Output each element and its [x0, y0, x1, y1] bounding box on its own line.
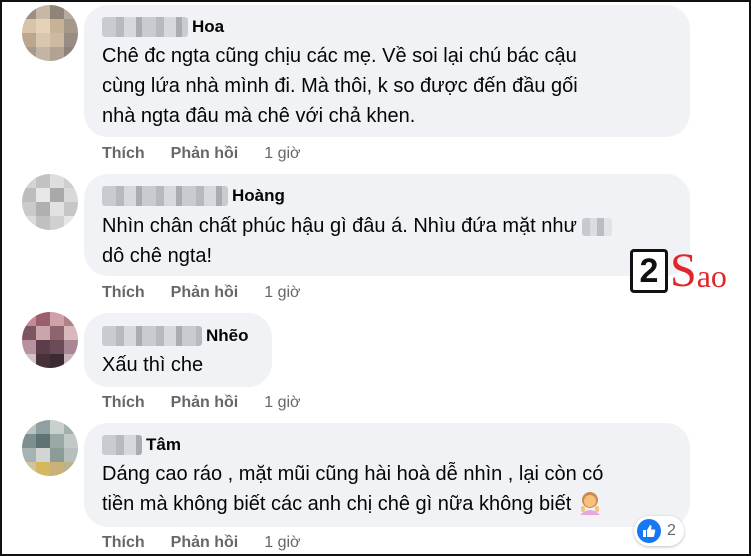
- author-name: Nhẽo: [206, 326, 249, 345]
- blurred-name: [102, 17, 188, 37]
- comment-text-line: Chê đc ngta cũng chịu các mẹ. Về soi lại…: [102, 45, 577, 67]
- comment-author[interactable]: Tâm: [102, 435, 181, 455]
- avatar[interactable]: [22, 420, 78, 476]
- logo-letter: S: [670, 244, 697, 297]
- comment-text-segment: tiền mà không biết các anh chị chê gì nữ…: [102, 493, 572, 515]
- timestamp[interactable]: 1 giờ: [264, 394, 300, 412]
- logo-digit-box: 2: [630, 249, 668, 293]
- comment-text-line: Dáng cao ráo , mặt mũi cũng hài hoà dễ n…: [102, 463, 604, 485]
- timestamp[interactable]: 1 giờ: [264, 284, 300, 302]
- timestamp[interactable]: 1 giờ: [264, 534, 300, 552]
- author-name: Hoàng: [232, 186, 285, 205]
- comment-text-line: tiền mà không biết các anh chị chê gì nữ…: [102, 489, 603, 519]
- comment-text-line: dô chê ngta!: [102, 245, 213, 267]
- avatar[interactable]: [22, 312, 78, 368]
- reaction-summary[interactable]: 2: [634, 516, 684, 546]
- comment-author[interactable]: Nhẽo: [102, 326, 249, 346]
- like-link[interactable]: Thích: [102, 145, 145, 163]
- comment-author[interactable]: Hoàng: [102, 186, 285, 206]
- comment-text-line: Nhìn chân chất phúc hậu gì đâu á. Nhìu đ…: [102, 211, 613, 241]
- woman-gesturing-icon: [577, 490, 603, 516]
- reply-link[interactable]: Phản hồi: [171, 394, 239, 412]
- comment-actions: Thích Phản hồi 1 giờ: [102, 145, 301, 163]
- like-link[interactable]: Thích: [102, 394, 145, 412]
- author-name: Tâm: [146, 435, 181, 454]
- screenshot-frame: Hoa Chê đc ngta cũng chịu các mẹ. Về soi…: [0, 0, 751, 556]
- blurred-name: [102, 435, 142, 455]
- comment-text-segment: Nhìn chân chất phúc hậu gì đâu á. Nhìu đ…: [102, 215, 577, 237]
- avatar[interactable]: [22, 5, 78, 61]
- reply-link[interactable]: Phản hồi: [171, 284, 239, 302]
- comment-actions: Thích Phản hồi 1 giờ: [102, 284, 301, 302]
- reply-link[interactable]: Phản hồi: [171, 534, 239, 552]
- comment-text-line: nhà ngta đâu mà chê với chả khen.: [102, 105, 416, 127]
- blurred-word: [582, 217, 613, 236]
- brand-watermark-logo: 2 S ao: [630, 247, 727, 295]
- blurred-name: [102, 326, 202, 346]
- comment-text-line: cùng lứa nhà mình đi. Mà thôi, k so được…: [102, 75, 578, 97]
- comment-text-line: Xấu thì che: [102, 354, 204, 376]
- like-link[interactable]: Thích: [102, 534, 145, 552]
- like-icon: [637, 519, 661, 543]
- blurred-name: [102, 186, 228, 206]
- timestamp[interactable]: 1 giờ: [264, 145, 300, 163]
- like-link[interactable]: Thích: [102, 284, 145, 302]
- comment-actions: Thích Phản hồi 1 giờ: [102, 394, 301, 412]
- author-name: Hoa: [192, 17, 225, 36]
- logo-letters: ao: [696, 258, 727, 294]
- comment-actions: Thích Phản hồi 1 giờ: [102, 534, 301, 552]
- reaction-count: 2: [667, 522, 676, 539]
- comment-author[interactable]: Hoa: [102, 17, 224, 37]
- avatar[interactable]: [22, 174, 78, 230]
- reply-link[interactable]: Phản hồi: [171, 145, 239, 163]
